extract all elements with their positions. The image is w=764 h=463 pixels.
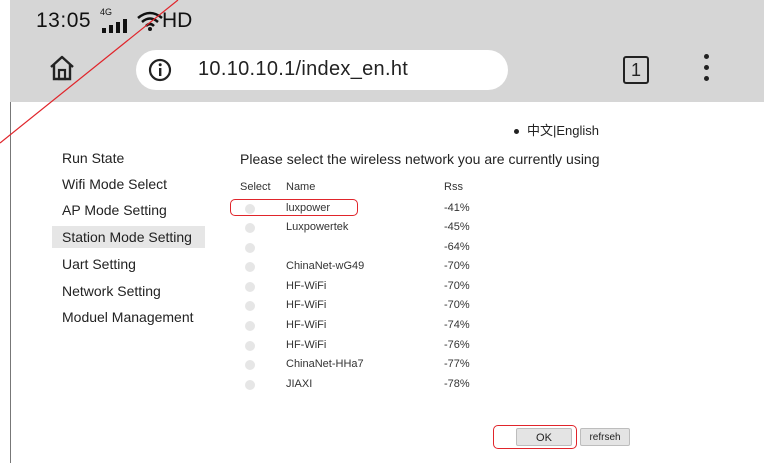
network-select-radio[interactable] <box>245 360 255 370</box>
status-bar: 13:05 4G HD <box>10 0 764 40</box>
annotation-highlight-luxpower <box>230 199 358 216</box>
network-rss: -64% <box>444 241 470 253</box>
network-row[interactable]: JIAXI -78% <box>0 376 764 396</box>
network-select-radio[interactable] <box>245 223 255 233</box>
network-name: HF-WiFi <box>286 319 327 331</box>
network-select-radio[interactable] <box>245 301 255 311</box>
network-row[interactable]: luxpower -41% <box>0 200 764 220</box>
address-bar[interactable]: 10.10.10.1/index_en.ht <box>136 50 508 90</box>
network-rss: -70% <box>444 280 470 292</box>
network-name: Luxpowertek <box>286 221 349 233</box>
page-heading: Please select the wireless network you a… <box>240 151 600 167</box>
network-rss: -77% <box>444 358 470 370</box>
url-text[interactable]: 10.10.10.1/index_en.ht <box>198 58 408 81</box>
network-row[interactable]: HF-WiFi -76% <box>0 337 764 357</box>
column-header-name: Name <box>286 181 316 193</box>
network-rss: -45% <box>444 221 470 233</box>
hd-indicator: HD <box>162 9 193 32</box>
network-rss: -74% <box>444 319 470 331</box>
network-rss: -76% <box>444 339 470 351</box>
network-rss: -70% <box>444 260 470 272</box>
home-icon[interactable] <box>48 55 76 81</box>
network-row[interactable]: HF-WiFi -74% <box>0 317 764 337</box>
network-select-radio[interactable] <box>245 243 255 253</box>
network-name: HF-WiFi <box>286 280 327 292</box>
network-rss: -41% <box>444 202 470 214</box>
ok-button[interactable]: OK <box>516 428 572 446</box>
network-row[interactable]: ChinaNet-HHa7 -77% <box>0 356 764 376</box>
overflow-menu-icon[interactable] <box>700 54 712 88</box>
tab-switcher-button[interactable]: 1 <box>623 56 649 84</box>
network-type-label: 4G <box>100 7 113 17</box>
network-row[interactable]: HF-WiFi -70% <box>0 297 764 317</box>
column-header-rss: Rss <box>444 181 463 193</box>
language-switch-label[interactable]: 中文|English <box>527 123 599 138</box>
wifi-icon <box>137 11 163 31</box>
column-header-select: Select <box>240 181 271 193</box>
status-time: 13:05 <box>36 9 92 32</box>
network-name: HF-WiFi <box>286 299 327 311</box>
network-name: ChinaNet-HHa7 <box>286 358 364 370</box>
network-name: JIAXI <box>286 378 313 390</box>
network-select-radio[interactable] <box>245 262 255 272</box>
refresh-button[interactable]: refrseh <box>580 428 630 446</box>
network-select-radio[interactable] <box>245 341 255 351</box>
nav-item-wifi-mode-select[interactable]: Wifi Mode Select <box>52 173 205 195</box>
network-name: ChinaNet-wG49 <box>286 260 365 272</box>
network-row[interactable]: ChinaNet-wG49 -70% <box>0 258 764 278</box>
info-icon[interactable] <box>148 58 172 82</box>
network-row[interactable]: -64% <box>0 239 764 259</box>
cellular-signal-icon: 4G <box>100 7 130 33</box>
network-rss: -70% <box>444 299 470 311</box>
browser-toolbar: 10.10.10.1/index_en.ht 1 <box>10 40 764 102</box>
network-row[interactable]: HF-WiFi -70% <box>0 278 764 298</box>
network-select-radio[interactable] <box>245 380 255 390</box>
network-select-radio[interactable] <box>245 282 255 292</box>
network-rss: -78% <box>444 378 470 390</box>
network-select-radio[interactable] <box>245 321 255 331</box>
network-name: HF-WiFi <box>286 339 327 351</box>
language-switch[interactable]: 中文|English <box>514 120 599 139</box>
network-row[interactable]: Luxpowertek -45% <box>0 219 764 239</box>
nav-item-run-state[interactable]: Run State <box>52 147 205 169</box>
